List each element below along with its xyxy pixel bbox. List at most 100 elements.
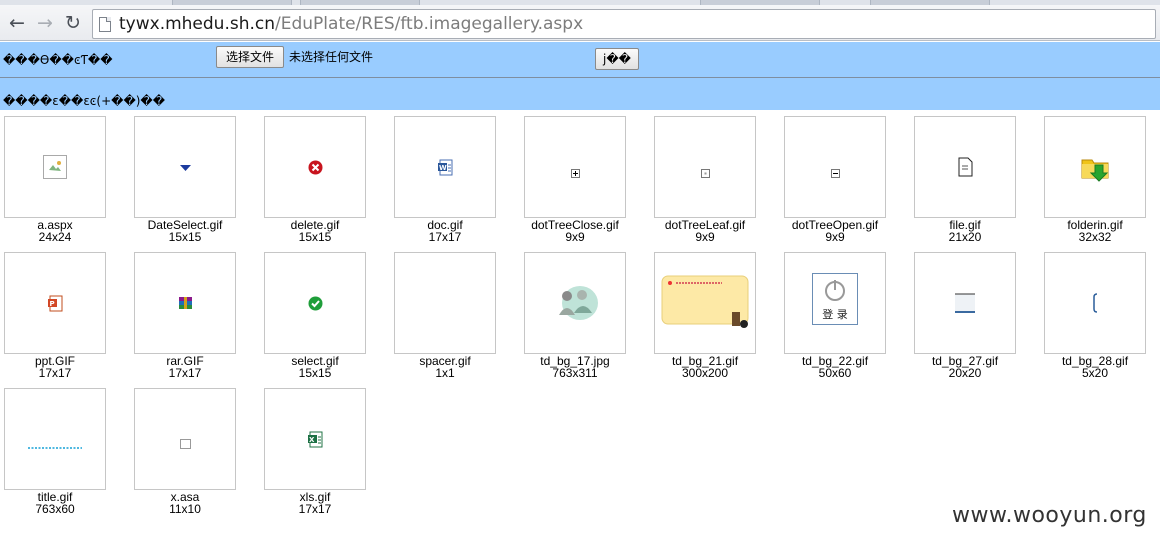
gallery-caption: td_bg_27.gif 20x20 xyxy=(900,355,1030,379)
no-file-chosen-text: 未选择任何文件 xyxy=(289,50,374,64)
gallery-caption: dotTreeClose.gif 9x9 xyxy=(510,219,640,243)
gallery-thumbnail[interactable] xyxy=(134,252,236,354)
image-dimensions: 17x17 xyxy=(168,366,202,380)
page-icon xyxy=(99,17,111,32)
gallery-thumbnail[interactable] xyxy=(524,252,626,354)
gallery-thumbnail[interactable]: W xyxy=(394,116,496,218)
file-icon xyxy=(955,157,976,181)
image-dimensions: 9x9 xyxy=(565,230,585,244)
check-icon xyxy=(308,296,323,315)
gallery-thumbnail[interactable] xyxy=(1044,116,1146,218)
broken-image-icon xyxy=(43,155,67,183)
upload-label: ���ϴ��ͼƬ�� xyxy=(3,53,113,67)
url-host: tywx.mhedu.sh.cn xyxy=(119,14,276,34)
gallery-thumbnail[interactable]: X xyxy=(264,388,366,490)
choose-file-button[interactable]: 选择文件 xyxy=(216,46,284,68)
image-dimensions: 17x17 xyxy=(428,230,462,244)
ppt-icon: P xyxy=(47,295,64,316)
forward-button[interactable]: → xyxy=(34,12,56,34)
gallery-caption: xls.gif 17x17 xyxy=(250,491,380,515)
word-doc-icon: W xyxy=(437,159,454,180)
back-button[interactable]: ← xyxy=(6,12,28,34)
gallery-caption: dotTreeLeaf.gif 9x9 xyxy=(640,219,770,243)
image-dimensions: 9x9 xyxy=(695,230,715,244)
gallery-header-label: ����ɛ��ɛͼ(+��)�� xyxy=(3,94,166,108)
image-dimensions: 5x20 xyxy=(1081,366,1109,380)
gallery-caption: td_bg_28.gif 5x20 xyxy=(1030,355,1160,379)
spacer-icon xyxy=(445,303,446,322)
gallery-thumbnail[interactable] xyxy=(4,116,106,218)
image-dimensions: 763x60 xyxy=(35,502,75,516)
gallery-caption: x.asa 11x10 xyxy=(120,491,250,515)
image-dimensions: 15x15 xyxy=(298,366,332,380)
image-dimensions: 20x20 xyxy=(948,366,982,380)
browser-toolbar: ← → ↻ tywx.mhedu.sh.cn/EduPlate/RES/ftb.… xyxy=(0,5,1160,41)
gallery-caption: rar.GIF 17x17 xyxy=(120,355,250,379)
svg-text:P: P xyxy=(49,300,54,308)
tree-leaf-icon xyxy=(700,163,710,182)
gallery-thumbnail[interactable] xyxy=(654,252,756,354)
image-dimensions: 763x311 xyxy=(552,366,598,380)
bar-bg-icon xyxy=(955,293,975,317)
gallery-thumbnail[interactable] xyxy=(914,252,1016,354)
url-text[interactable]: tywx.mhedu.sh.cn/EduPlate/RES/ftb.imageg… xyxy=(119,14,583,34)
gallery-caption: a.aspx 24x24 xyxy=(0,219,120,243)
image-dimensions: 24x24 xyxy=(38,230,72,244)
gallery-thumbnail[interactable] xyxy=(264,252,366,354)
gallery-caption: file.gif 21x20 xyxy=(900,219,1030,243)
gallery-caption: td_bg_22.gif 50x60 xyxy=(770,355,900,379)
image-dimensions: 17x17 xyxy=(38,366,72,380)
login-text: 登 录 xyxy=(822,308,848,321)
gallery-caption: select.gif 15x15 xyxy=(250,355,380,379)
gallery-thumbnail[interactable]: P xyxy=(4,252,106,354)
gallery-thumbnail[interactable]: 登 录 xyxy=(784,252,886,354)
delete-icon xyxy=(308,160,323,179)
svg-text:W: W xyxy=(439,164,447,172)
gallery-thumbnail[interactable] xyxy=(264,116,366,218)
gallery-thumbnail[interactable] xyxy=(784,116,886,218)
rar-icon xyxy=(177,295,194,316)
watermark: www.wooyun.org xyxy=(952,503,1147,528)
address-bar[interactable]: tywx.mhedu.sh.cn/EduPlate/RES/ftb.imageg… xyxy=(92,9,1156,39)
gallery-thumbnail[interactable] xyxy=(4,388,106,490)
people-banner-icon xyxy=(552,283,598,327)
folder-in-icon xyxy=(1079,151,1111,187)
excel-icon: X xyxy=(307,431,324,452)
image-dimensions: 11x10 xyxy=(169,502,201,516)
gallery-caption: DateSelect.gif 15x15 xyxy=(120,219,250,243)
gallery-thumbnail[interactable] xyxy=(524,116,626,218)
gallery-thumbnail[interactable] xyxy=(134,116,236,218)
gallery-caption: ppt.GIF 17x17 xyxy=(0,355,120,379)
gallery-caption: delete.gif 15x15 xyxy=(250,219,380,243)
gallery-caption: dotTreeOpen.gif 9x9 xyxy=(770,219,900,243)
tree-expand-icon xyxy=(570,163,580,182)
reload-button[interactable]: ↻ xyxy=(62,12,84,34)
image-dimensions: 32x32 xyxy=(1078,230,1112,244)
gallery-caption: td_bg_21.gif 300x200 xyxy=(640,355,770,379)
gallery-caption: td_bg_17.jpg 763x311 xyxy=(510,355,640,379)
image-dimensions: 1x1 xyxy=(435,366,455,380)
power-login-icon: 登 录 xyxy=(812,273,858,325)
title-strip-icon xyxy=(28,436,82,455)
image-dimensions: 15x15 xyxy=(298,230,332,244)
image-dimensions: 21x20 xyxy=(948,230,982,244)
gallery-thumbnail[interactable] xyxy=(654,116,756,218)
gallery-caption: spacer.gif 1x1 xyxy=(380,355,510,379)
gallery-caption: doc.gif 17x17 xyxy=(380,219,510,243)
svg-text:X: X xyxy=(309,436,315,444)
upload-bar: ���ϴ��ͼƬ�� 选择文件 未选择任何文件 j�� xyxy=(0,42,1160,77)
image-dimensions: 9x9 xyxy=(825,230,845,244)
gallery-caption: folderin.gif 32x32 xyxy=(1030,219,1160,243)
gallery-thumbnail[interactable] xyxy=(394,252,496,354)
bracket-bg-icon xyxy=(1092,293,1098,317)
login-note-image xyxy=(660,274,750,336)
empty-box-icon xyxy=(179,434,191,453)
gallery-thumbnail[interactable] xyxy=(914,116,1016,218)
image-dimensions: 50x60 xyxy=(818,366,852,380)
gallery-header-bar: ����ɛ��ɛͼ(+��)�� xyxy=(0,82,1160,110)
gallery-thumbnail[interactable] xyxy=(1044,252,1146,354)
image-dimensions: 15x15 xyxy=(168,230,202,244)
gallery-thumbnail[interactable] xyxy=(134,388,236,490)
image-dimensions: 300x200 xyxy=(681,366,729,380)
upload-submit-button[interactable]: j�� xyxy=(595,48,639,70)
